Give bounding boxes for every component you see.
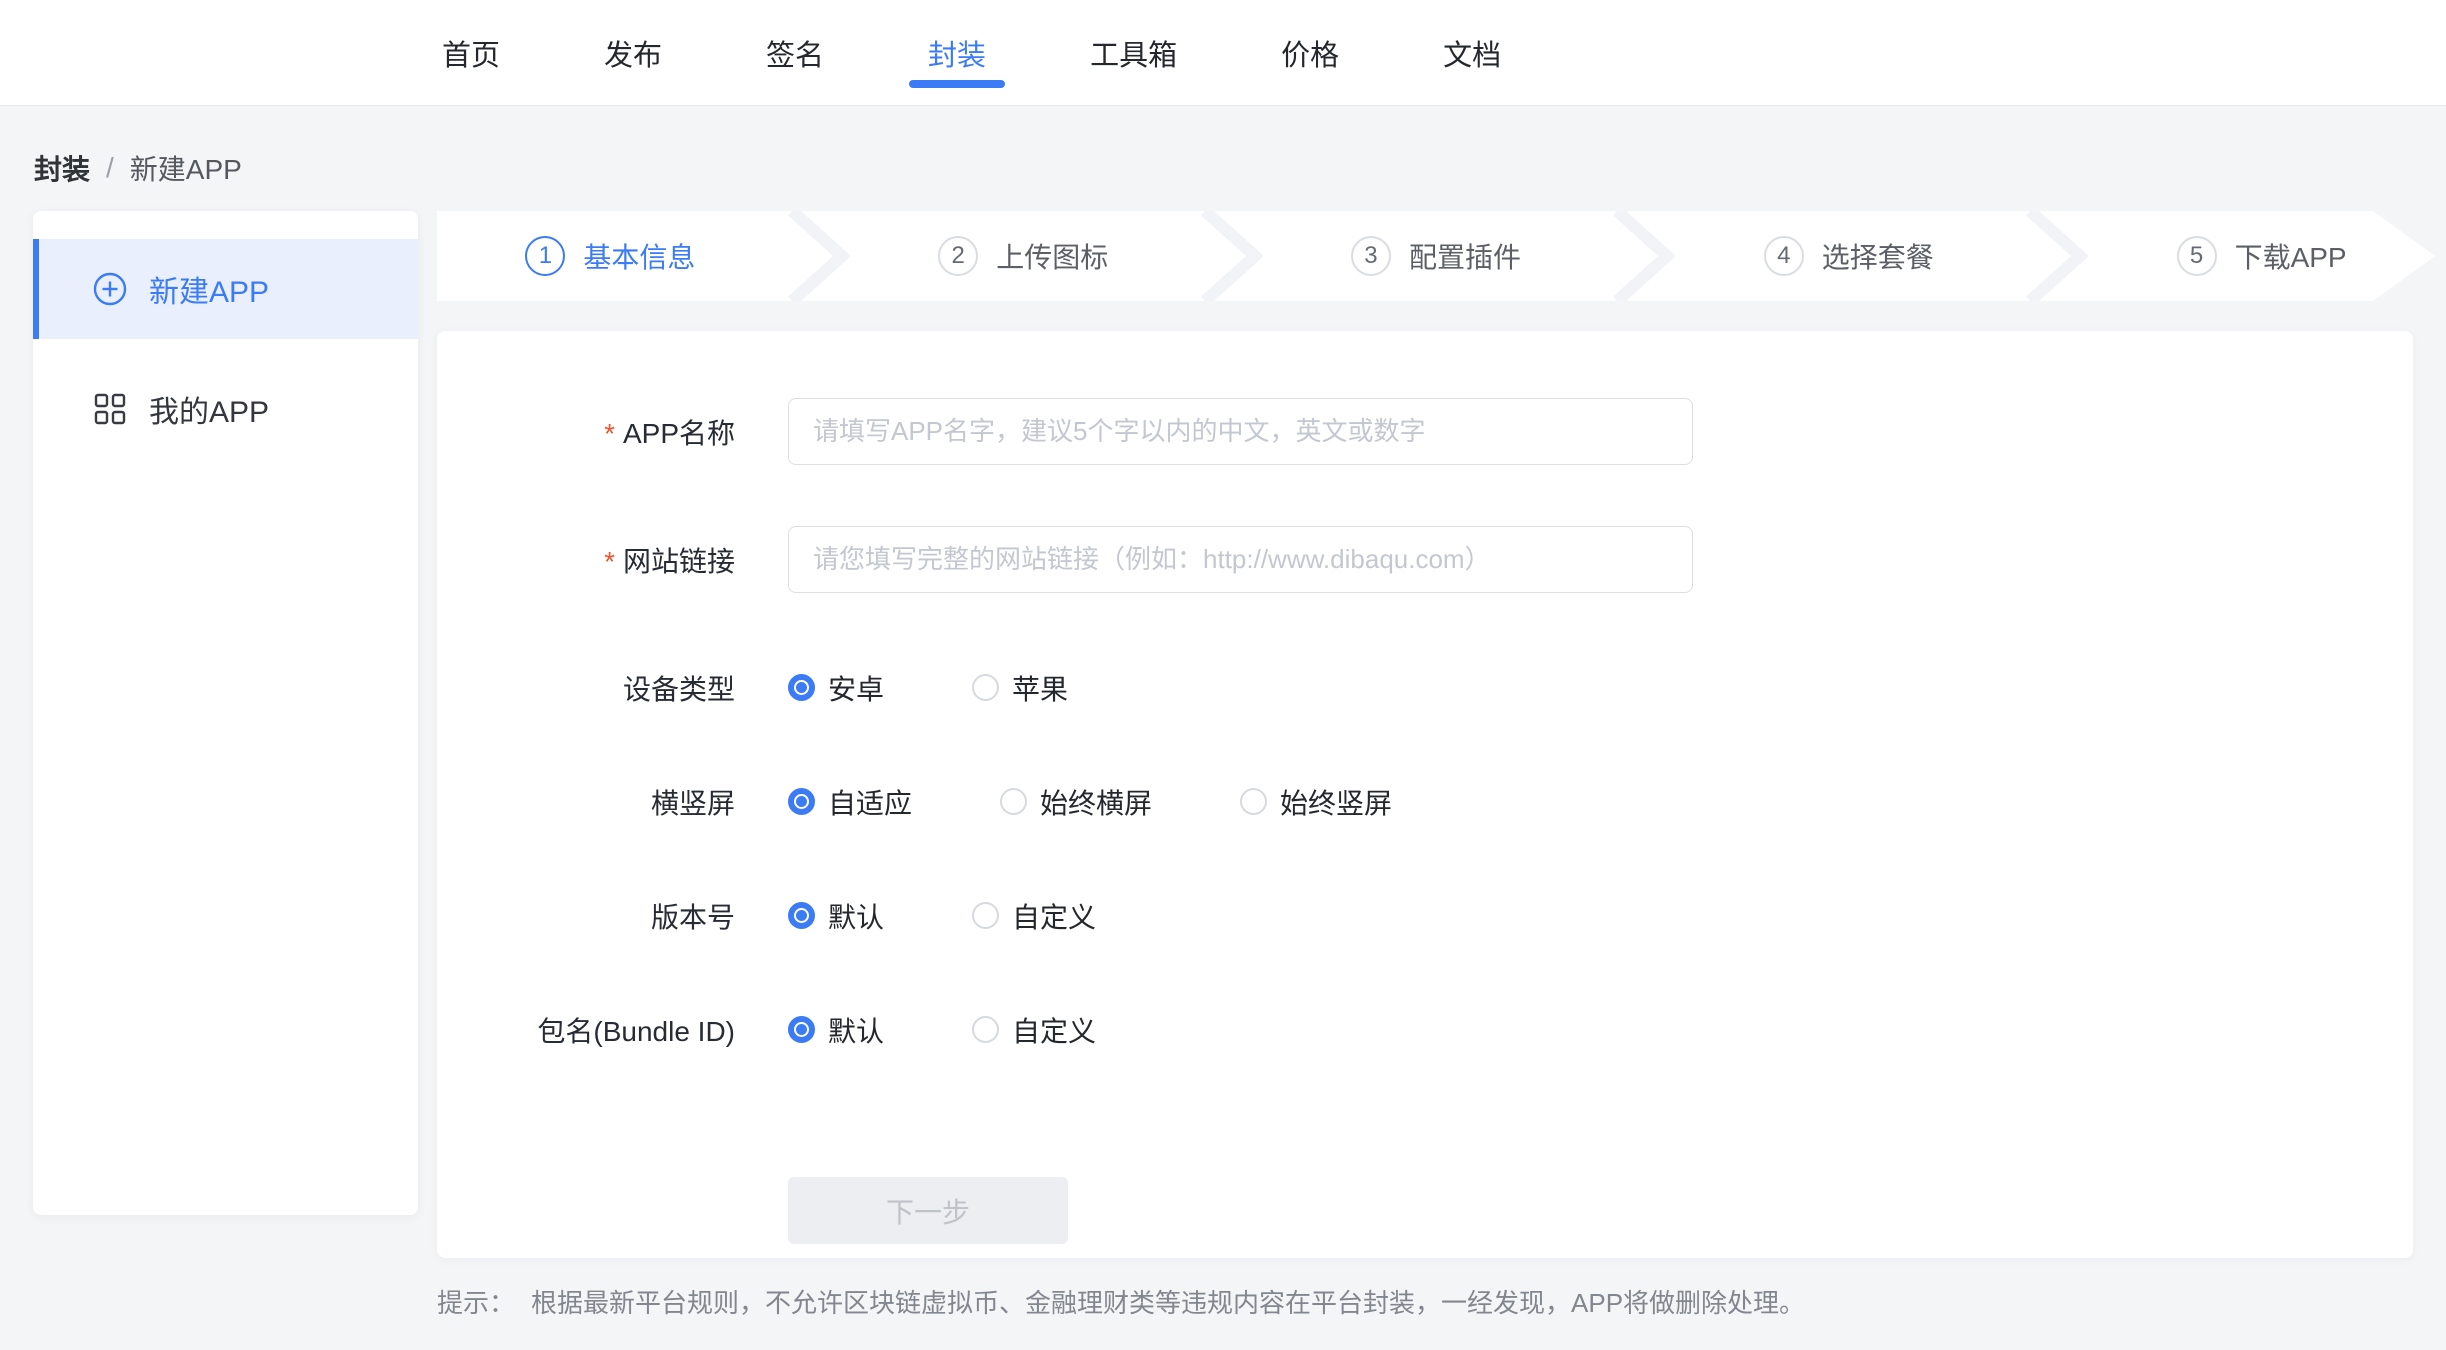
step-number: 1 (525, 236, 565, 276)
radio-ios[interactable]: 苹果 (972, 668, 1068, 708)
step-label: 基本信息 (583, 236, 695, 276)
step-separator-icon (1609, 211, 1675, 301)
step-basic-info: 1 基本信息 (437, 211, 784, 301)
step-configure-plugins: 3 配置插件 (1263, 211, 1610, 301)
radio-auto-orientation[interactable]: 自适应 (788, 782, 912, 822)
radio-unselected-icon (972, 902, 999, 929)
radio-version-default[interactable]: 默认 (788, 896, 884, 936)
radio-bundle-default[interactable]: 默认 (788, 1010, 884, 1050)
app-name-input[interactable] (788, 398, 1693, 465)
field-label: *APP名称 (437, 412, 735, 452)
radio-android[interactable]: 安卓 (788, 668, 884, 708)
radio-unselected-icon (1000, 788, 1027, 815)
wizard-stepper: 1 基本信息 2 上传图标 3 配置插件 4 选择套餐 5 下载APP (437, 211, 2435, 301)
form-row-bundle-id: 包名(Bundle ID) 默认 自定义 (437, 996, 2413, 1063)
form-row-device-type: 设备类型 安卓 苹果 (437, 654, 2413, 721)
basic-info-form: *APP名称 *网站链接 设备类型 安卓 苹果 横竖屏 自适应 (437, 331, 2413, 1258)
step-choose-plan: 4 选择套餐 (1675, 211, 2022, 301)
form-row-version: 版本号 默认 自定义 (437, 882, 2413, 949)
device-type-radio-group: 安卓 苹果 (788, 668, 1068, 708)
nav-item-package[interactable]: 封装 (928, 0, 986, 106)
next-step-button[interactable]: 下一步 (788, 1177, 1068, 1244)
nav-item-sign[interactable]: 签名 (766, 0, 824, 106)
required-marker: * (604, 418, 615, 449)
field-label: 设备类型 (437, 668, 735, 708)
step-upload-icon: 2 上传图标 (850, 211, 1197, 301)
field-label: 包名(Bundle ID) (437, 1010, 735, 1050)
nav-item-toolbox[interactable]: 工具箱 (1090, 0, 1177, 106)
breadcrumb: 封装 / 新建APP (0, 106, 2446, 188)
field-label: 横竖屏 (437, 782, 735, 822)
orientation-radio-group: 自适应 始终横屏 始终竖屏 (788, 782, 1392, 822)
required-marker: * (604, 546, 615, 577)
nav-item-price[interactable]: 价格 (1281, 0, 1339, 106)
platform-rule-tip: 提示： 根据最新平台规则，不允许区块链虚拟币、金融理财类等违规内容在平台封装，一经… (437, 1283, 1805, 1320)
radio-unselected-icon (972, 674, 999, 701)
step-number: 3 (1351, 236, 1391, 276)
radio-selected-icon (788, 1016, 815, 1043)
radio-landscape[interactable]: 始终横屏 (1000, 782, 1152, 822)
step-label: 上传图标 (996, 236, 1108, 276)
field-label: 版本号 (437, 896, 735, 936)
radio-selected-icon (788, 902, 815, 929)
step-separator-icon (1197, 211, 1263, 301)
step-number: 4 (1764, 236, 1804, 276)
radio-selected-icon (788, 674, 815, 701)
nav-item-docs[interactable]: 文档 (1443, 0, 1501, 106)
sidebar: 新建APP 我的APP (33, 211, 418, 1215)
form-row-app-name: *APP名称 (437, 398, 2413, 465)
tip-prefix: 提示： (437, 1288, 515, 1318)
sidebar-item-my-apps[interactable]: 我的APP (33, 359, 418, 459)
step-label: 选择套餐 (1822, 236, 1934, 276)
step-separator-icon (2022, 211, 2088, 301)
radio-unselected-icon (1240, 788, 1267, 815)
sidebar-item-new-app[interactable]: 新建APP (33, 239, 418, 339)
sidebar-item-label: 新建APP (149, 267, 269, 311)
radio-unselected-icon (972, 1016, 999, 1043)
form-row-orientation: 横竖屏 自适应 始终横屏 始终竖屏 (437, 768, 2413, 835)
nav-item-home[interactable]: 首页 (442, 0, 500, 106)
breadcrumb-separator: / (106, 152, 114, 184)
sidebar-item-label: 我的APP (149, 387, 269, 431)
form-row-site-url: *网站链接 (437, 526, 2413, 593)
step-label: 配置插件 (1409, 236, 1521, 276)
plus-circle-icon (93, 272, 127, 306)
step-download-app: 5 下载APP (2088, 211, 2435, 301)
step-separator-icon (784, 211, 850, 301)
breadcrumb-root[interactable]: 封装 (34, 148, 90, 188)
radio-selected-icon (788, 788, 815, 815)
bundle-id-radio-group: 默认 自定义 (788, 1010, 1096, 1050)
grid-icon (93, 392, 127, 426)
step-number: 5 (2177, 236, 2217, 276)
step-number: 2 (938, 236, 978, 276)
radio-portrait[interactable]: 始终竖屏 (1240, 782, 1392, 822)
breadcrumb-current: 新建APP (130, 148, 242, 188)
top-navigation: 首页 发布 签名 封装 工具箱 价格 文档 (0, 0, 2446, 106)
step-label: 下载APP (2235, 236, 2347, 276)
site-url-input[interactable] (788, 526, 1693, 593)
tip-text: 根据最新平台规则，不允许区块链虚拟币、金融理财类等违规内容在平台封装，一经发现，… (531, 1288, 1805, 1318)
version-radio-group: 默认 自定义 (788, 896, 1096, 936)
nav-item-publish[interactable]: 发布 (604, 0, 662, 106)
radio-version-custom[interactable]: 自定义 (972, 896, 1096, 936)
radio-bundle-custom[interactable]: 自定义 (972, 1010, 1096, 1050)
field-label: *网站链接 (437, 540, 735, 580)
